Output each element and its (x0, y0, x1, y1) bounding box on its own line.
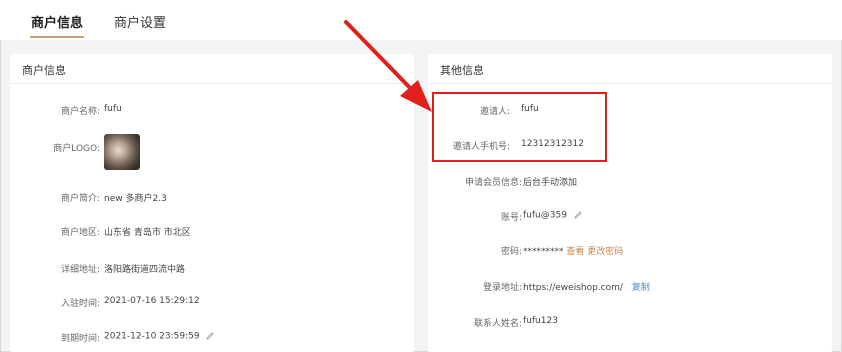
annotation-arrow (344, 20, 432, 112)
